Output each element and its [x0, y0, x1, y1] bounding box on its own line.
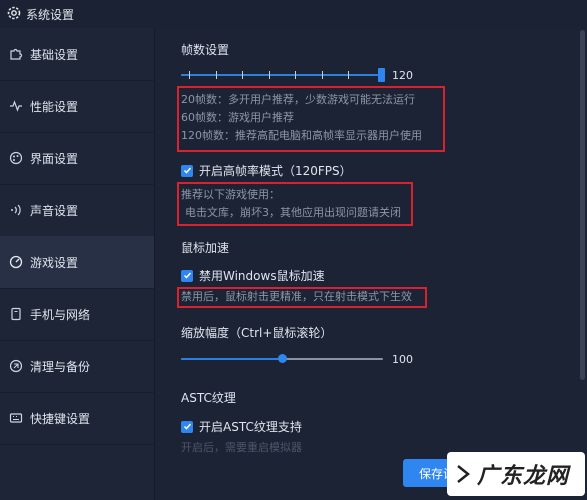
astc-section-title: ASTC纹理: [181, 391, 236, 405]
slider-tick: [348, 71, 349, 79]
fps-note-60: 60帧数：游戏用户推荐: [181, 111, 294, 124]
fps-slider-fill: [181, 74, 385, 76]
slider-tick: [242, 71, 243, 79]
mouse-note: 禁用后，鼠标射击更精准，只在射击模式下生效: [181, 290, 412, 303]
sidebar-item-clean-backup[interactable]: 清理与备份: [0, 340, 154, 393]
slider-tick: [295, 71, 296, 79]
astc-note: 开启后，需要重启模拟器: [181, 441, 302, 454]
astc-checkbox[interactable]: 开启ASTC纹理支持: [181, 418, 302, 435]
phone-icon: [8, 306, 24, 322]
sidebar-item-sound[interactable]: 声音设置: [0, 184, 154, 237]
sidebar-item-phone-network[interactable]: 手机与网络: [0, 288, 154, 341]
settings-panel: 帧数设置 120 20帧数：多开用户推荐，少数游戏可能无法运行 60帧数：游戏用…: [155, 28, 587, 500]
disable-mouse-accel-checkbox[interactable]: 禁用Windows鼠标加速: [181, 267, 325, 284]
sidebar-item-label: 游戏设置: [30, 255, 79, 270]
high-fps-note-games: 电击文库，崩坏3，其他应用出现问题请关闭: [185, 206, 401, 219]
slider-tick: [216, 71, 217, 79]
game-icon: [8, 254, 24, 270]
sidebar-item-label: 界面设置: [30, 151, 79, 166]
fps-slider[interactable]: [181, 68, 385, 82]
fps-slider-handle[interactable]: [378, 68, 385, 82]
fps-slider-value: 120: [392, 69, 413, 82]
checkbox-checked-icon: [181, 420, 193, 433]
high-fps-note-title: 推荐以下游戏使用：: [181, 188, 280, 201]
palette-icon: [8, 150, 24, 166]
sidebar-item-label: 清理与备份: [30, 359, 91, 374]
zoom-slider-handle[interactable]: [278, 354, 287, 363]
sidebar-item-interface[interactable]: 界面设置: [0, 132, 154, 185]
sidebar-item-label: 基础设置: [30, 47, 79, 62]
sidebar-item-game[interactable]: 游戏设置: [0, 236, 154, 289]
zoom-slider-fill: [181, 358, 282, 360]
mouse-section-title: 鼠标加速: [181, 241, 230, 255]
fps-note-120: 120帧数：推荐高配电脑和高帧率显示器用户使用: [181, 129, 422, 142]
high-fps-label: 开启高帧率模式（120FPS）: [199, 164, 352, 178]
sound-icon: [8, 202, 24, 218]
sidebar-item-label: 性能设置: [30, 99, 79, 114]
watermark-text: 广东龙网: [477, 463, 570, 489]
title-bar: 系统设置: [0, 0, 587, 29]
sidebar-item-basic[interactable]: 基础设置: [0, 28, 154, 81]
clean-icon: [8, 358, 24, 374]
disable-mouse-accel-label: 禁用Windows鼠标加速: [199, 269, 325, 283]
keyboard-icon: [8, 410, 24, 426]
zoom-slider-value: 100: [392, 353, 413, 366]
sidebar-item-shortcuts[interactable]: 快捷键设置: [0, 392, 154, 445]
astc-label: 开启ASTC纹理支持: [199, 420, 302, 434]
slider-tick: [322, 71, 323, 79]
slider-tick: [189, 71, 190, 79]
high-fps-checkbox[interactable]: 开启高帧率模式（120FPS）: [181, 162, 352, 179]
sidebar-item-label: 快捷键设置: [30, 411, 91, 426]
sidebar-item-performance[interactable]: 性能设置: [0, 80, 154, 133]
zoom-slider[interactable]: [181, 352, 383, 366]
sidebar-item-label: 声音设置: [30, 203, 79, 218]
fps-section-title: 帧数设置: [181, 43, 230, 57]
watermark: 广东龙网: [447, 452, 585, 496]
checkbox-checked-icon: [181, 164, 193, 177]
puzzle-icon: [8, 46, 24, 62]
fps-note-20: 20帧数：多开用户推荐，少数游戏可能无法运行: [181, 93, 415, 106]
watermark-logo-icon: [457, 465, 471, 483]
sidebar: 基础设置 性能设置 界面设置 声音设置 游戏设置 手机与网络 清理与备份 快捷键…: [0, 28, 155, 500]
gear-icon: [7, 6, 21, 20]
pulse-icon: [8, 98, 24, 114]
zoom-section-title: 缩放幅度（Ctrl+鼠标滚轮）: [181, 326, 333, 340]
window-title: 系统设置: [26, 8, 75, 22]
sidebar-item-label: 手机与网络: [30, 307, 91, 322]
checkbox-checked-icon: [181, 269, 193, 282]
slider-tick: [269, 71, 270, 79]
scrollbar[interactable]: [580, 30, 585, 380]
